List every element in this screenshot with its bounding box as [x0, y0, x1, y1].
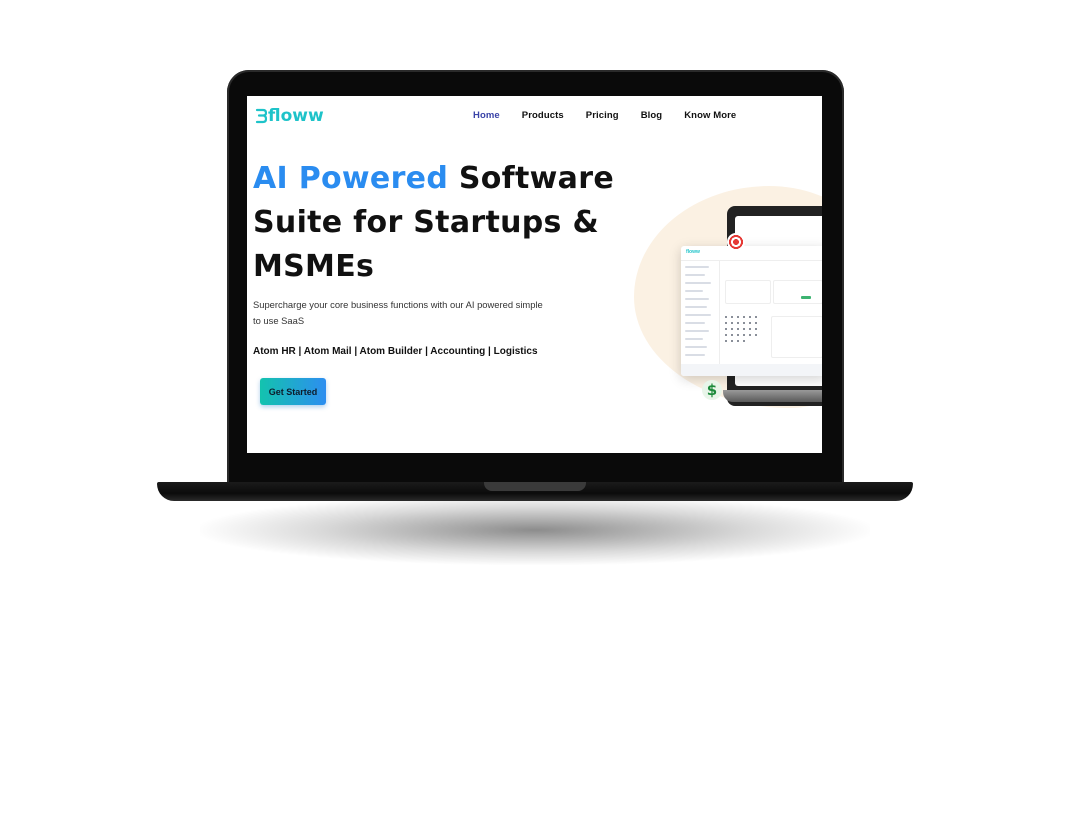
dashboard-topbar: floww	[681, 246, 822, 261]
hero-subtitle: Supercharge your core business functions…	[253, 299, 543, 326]
dashboard-card	[725, 280, 771, 304]
main-nav: Home Products Pricing Blog Know More	[473, 110, 758, 121]
brand-name: floww	[268, 106, 324, 126]
get-started-button[interactable]: Get Started	[260, 378, 326, 405]
dashboard-sidebar	[681, 260, 720, 376]
nav-blog[interactable]: Blog	[641, 110, 663, 121]
dashboard-card	[773, 280, 822, 304]
floww-logo-icon	[255, 108, 267, 124]
dashboard-preview-image: floww	[681, 246, 822, 376]
dollar-icon: $	[702, 380, 722, 400]
target-icon	[727, 233, 745, 251]
nav-home[interactable]: Home	[473, 110, 500, 121]
brand-logo[interactable]: floww	[255, 106, 324, 126]
illustration-laptop-base	[723, 390, 822, 402]
hero-title-accent: AI Powered	[253, 161, 449, 196]
dashboard-footer	[681, 364, 822, 376]
dashboard-calendar	[725, 316, 765, 352]
laptop-shadow	[200, 495, 870, 565]
dashboard-list	[771, 316, 822, 358]
nav-products[interactable]: Products	[522, 110, 564, 121]
dashboard-status	[801, 296, 811, 299]
product-list: Atom HR | Atom Mail | Atom Builder | Acc…	[253, 346, 538, 357]
website-screen: floww Home Products Pricing Blog Know Mo…	[247, 96, 822, 453]
hero-title: AI Powered Software Suite for Startups &…	[253, 157, 633, 289]
nav-pricing[interactable]: Pricing	[586, 110, 619, 121]
dashboard-logo: floww	[686, 249, 700, 255]
nav-know-more[interactable]: Know More	[684, 110, 736, 121]
laptop-notch	[484, 482, 586, 491]
